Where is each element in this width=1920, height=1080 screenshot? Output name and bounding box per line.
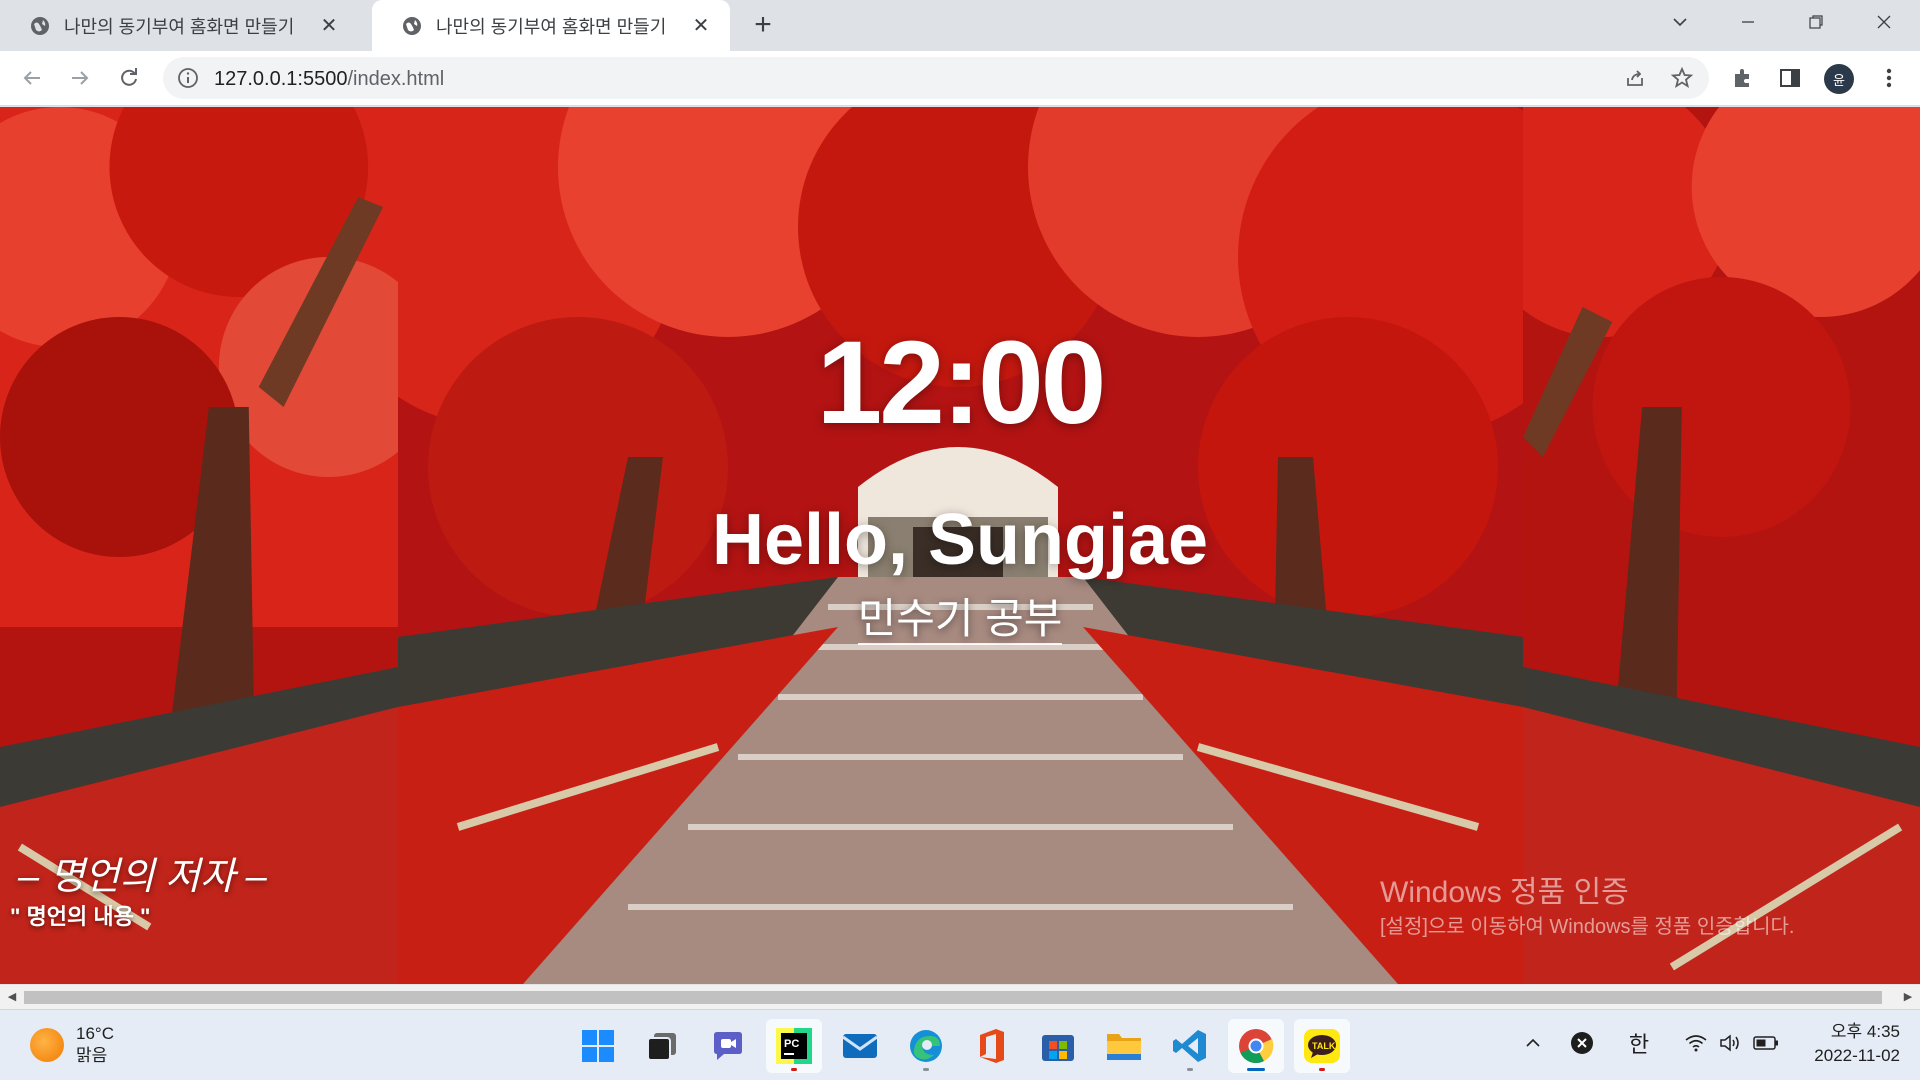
kakaotalk-icon[interactable]: TALK bbox=[1294, 1019, 1350, 1073]
windows-activation-watermark: Windows 정품 인증 [설정]으로 이동하여 Windows를 정품 인증… bbox=[1380, 867, 1900, 940]
clock-display: 12:00 bbox=[816, 317, 1107, 449]
url-path: /index.html bbox=[347, 68, 445, 90]
app-tray-close-icon[interactable] bbox=[1567, 1028, 1597, 1058]
close-window-icon[interactable] bbox=[1854, 0, 1914, 44]
close-tab-icon[interactable]: ✕ bbox=[690, 15, 712, 37]
globe-icon bbox=[403, 16, 421, 35]
todo-item: 민수기 공부 bbox=[0, 595, 1920, 646]
address-bar[interactable]: 127.0.0.1:5500/index.html bbox=[163, 57, 1709, 99]
tab-search-icon[interactable] bbox=[1650, 0, 1710, 44]
restore-icon[interactable] bbox=[1786, 0, 1846, 44]
task-view-icon[interactable] bbox=[634, 1019, 690, 1073]
tab-1[interactable]: 나만의 동기부여 홈화면 만들기 ✕ bbox=[0, 0, 358, 51]
store-icon[interactable] bbox=[1030, 1019, 1086, 1073]
activation-title: Windows 정품 인증 bbox=[1380, 876, 1629, 909]
taskbar: 16°C 맑음 PC TALK 한 오후 4:35 2022-11-02 bbox=[0, 1009, 1920, 1080]
tab-title: 나만의 동기부여 홈화면 만들기 bbox=[64, 16, 295, 37]
scrollbar-thumb[interactable] bbox=[24, 991, 1882, 1004]
svg-text:PC: PC bbox=[784, 1038, 799, 1050]
globe-icon bbox=[31, 16, 49, 35]
forward-icon[interactable] bbox=[63, 61, 97, 95]
chat-icon[interactable] bbox=[700, 1019, 756, 1073]
scroll-right-arrow-icon[interactable]: ▶ bbox=[1902, 991, 1914, 1003]
extensions-icon[interactable] bbox=[1730, 65, 1756, 91]
scroll-left-arrow-icon[interactable]: ◀ bbox=[6, 991, 18, 1003]
vscode-icon[interactable] bbox=[1162, 1019, 1218, 1073]
url-text[interactable]: 127.0.0.1:5500/index.html bbox=[214, 68, 444, 91]
active-indicator bbox=[1247, 1068, 1265, 1071]
pycharm-icon[interactable]: PC bbox=[766, 1019, 822, 1073]
sun-icon bbox=[30, 1028, 64, 1062]
office-icon[interactable] bbox=[964, 1019, 1020, 1073]
wifi-icon[interactable] bbox=[1681, 1028, 1711, 1058]
share-icon[interactable] bbox=[1623, 66, 1647, 90]
weather-description: 맑음 bbox=[76, 1046, 108, 1065]
tab-title: 나만의 동기부여 홈화면 만들기 bbox=[436, 16, 667, 37]
file-explorer-icon[interactable] bbox=[1096, 1019, 1152, 1073]
chrome-icon[interactable] bbox=[1228, 1019, 1284, 1073]
system-clock[interactable]: 오후 4:35 2022-11-02 bbox=[1800, 1020, 1900, 1068]
side-panel-icon[interactable] bbox=[1777, 65, 1803, 91]
battery-icon[interactable] bbox=[1751, 1028, 1781, 1058]
todo-text: 민수기 공부 bbox=[857, 595, 1063, 646]
site-info-icon[interactable] bbox=[177, 67, 199, 89]
running-indicator bbox=[1187, 1068, 1193, 1071]
volume-icon[interactable] bbox=[1716, 1028, 1746, 1058]
system-date: 2022-11-02 bbox=[1814, 1046, 1900, 1065]
browser-toolbar: 127.0.0.1:5500/index.html 윤 bbox=[0, 51, 1920, 106]
show-hidden-icons-chevron-up-icon[interactable] bbox=[1518, 1028, 1548, 1058]
weather-widget[interactable]: 16°C 맑음 bbox=[30, 1023, 114, 1067]
url-host: 127.0.0.1:5500 bbox=[214, 68, 348, 90]
activation-subtitle: [설정]으로 이동하여 Windows를 정품 인증합니다. bbox=[1380, 916, 1795, 938]
system-time: 오후 4:35 bbox=[1830, 1022, 1900, 1041]
new-tab-button[interactable]: + bbox=[748, 10, 778, 40]
quote-author: – 명언의 저자 – bbox=[18, 856, 267, 898]
running-indicator bbox=[1319, 1068, 1325, 1071]
tab-strip: 나만의 동기부여 홈화면 만들기 ✕ 나만의 동기부여 홈화면 만들기 ✕ + bbox=[0, 0, 1920, 51]
ime-indicator[interactable]: 한 bbox=[1624, 1028, 1654, 1058]
edge-icon[interactable] bbox=[898, 1019, 954, 1073]
tab-2[interactable]: 나만의 동기부여 홈화면 만들기 ✕ bbox=[372, 0, 730, 51]
bookmark-star-icon[interactable] bbox=[1670, 66, 1694, 90]
horizontal-scrollbar[interactable]: ◀ ▶ bbox=[0, 984, 1920, 1009]
running-indicator bbox=[791, 1068, 797, 1071]
profile-avatar[interactable]: 윤 bbox=[1824, 64, 1854, 94]
minimize-icon[interactable] bbox=[1718, 0, 1778, 44]
menu-kebab-icon[interactable] bbox=[1876, 65, 1902, 91]
reload-icon[interactable] bbox=[112, 61, 146, 95]
quote-text: " 명언의 내용 " bbox=[10, 904, 151, 929]
weather-temperature: 16°C bbox=[76, 1024, 114, 1043]
running-indicator bbox=[923, 1068, 929, 1071]
back-icon[interactable] bbox=[15, 61, 49, 95]
start-icon[interactable] bbox=[570, 1019, 626, 1073]
svg-text:TALK: TALK bbox=[1312, 1041, 1336, 1051]
close-tab-icon[interactable]: ✕ bbox=[318, 15, 340, 37]
greeting-text: Hello, Sungjae bbox=[711, 500, 1209, 580]
page-viewport: 12:00 Hello, Sungjae 민수기 공부 – 명언의 저자 – "… bbox=[0, 107, 1920, 984]
mail-icon[interactable] bbox=[832, 1019, 888, 1073]
